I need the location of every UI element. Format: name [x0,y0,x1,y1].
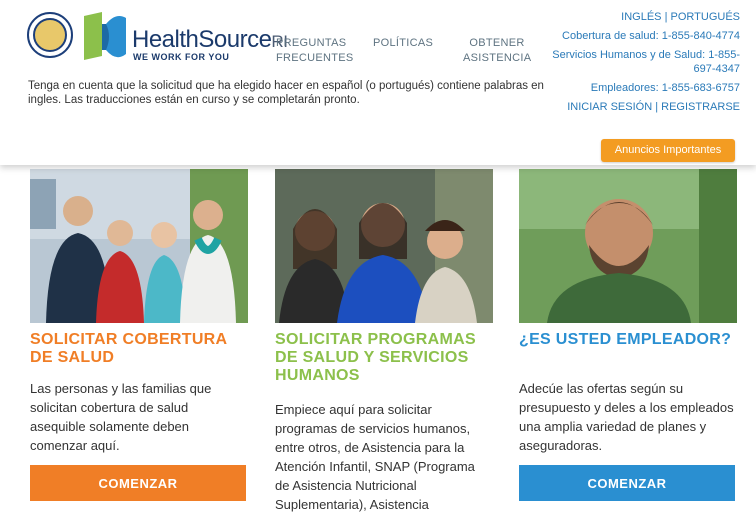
healthsource-logo-mark [84,12,126,60]
employer-photo [519,169,737,323]
nav-policies-link[interactable]: POLÍTICAS [373,36,433,51]
phone-human-services[interactable]: Servicios Humanos y de Salud: 1-855-697-… [540,48,740,76]
nav-faq-link[interactable]: PREGUNTAS FRECUENTES [276,36,356,66]
register-link[interactable]: REGISTRARSE [661,101,740,113]
state-seal-logo [27,12,73,58]
header-contact-links: INGLÉS | PORTUGUÉS Cobertura de salud: 1… [540,10,740,119]
nav-get-help-link[interactable]: OBTENER ASISTENCIA [463,36,531,66]
card-title-health-coverage: SOLICITAR COBERTURA DE SALUD [30,331,227,366]
lang-english-link[interactable]: INGLÉS [621,11,661,23]
auth-links: INICIAR SESIÓN | REGISTRARSE [567,101,740,113]
phone-health-coverage[interactable]: Cobertura de salud: 1-855-840-4774 [540,29,740,43]
card-title-human-services: SOLICITAR PROGRAMAS DE SALUD Y SERVICIOS… [275,331,476,384]
login-link[interactable]: INICIAR SESIÓN [567,101,652,113]
translation-notice: Tenga en cuenta que la solicitud que ha … [28,80,544,106]
lang-portuguese-link[interactable]: PORTUGUÉS [671,11,740,23]
healthsource-logo-text[interactable]: HealthSourceRI [132,26,288,54]
card-body-health-coverage: Las personas y las familias que solicita… [30,381,212,453]
site-header: HealthSourceRI WE WORK FOR YOU PREGUNTAS… [0,0,756,165]
card-title-employer: ¿ES USTED EMPLEADOR? [519,331,732,348]
language-switcher: INGLÉS | PORTUGUÉS [621,11,740,23]
start-employer-button[interactable]: COMENZAR [519,465,735,501]
mother-children-photo [275,169,493,323]
logo-tagline: WE WORK FOR YOU [133,52,230,62]
phone-employers[interactable]: Empleadores: 1-855-683-6757 [540,81,740,95]
important-announcements-button[interactable]: Anuncios Importantes [601,139,735,162]
card-body-employer: Adecúe las ofertas según su presupuesto … [519,381,734,453]
start-health-coverage-button[interactable]: COMENZAR [30,465,246,501]
family-photo [30,169,248,323]
card-body-human-services: Empiece aquí para solicitar programas de… [275,402,475,512]
